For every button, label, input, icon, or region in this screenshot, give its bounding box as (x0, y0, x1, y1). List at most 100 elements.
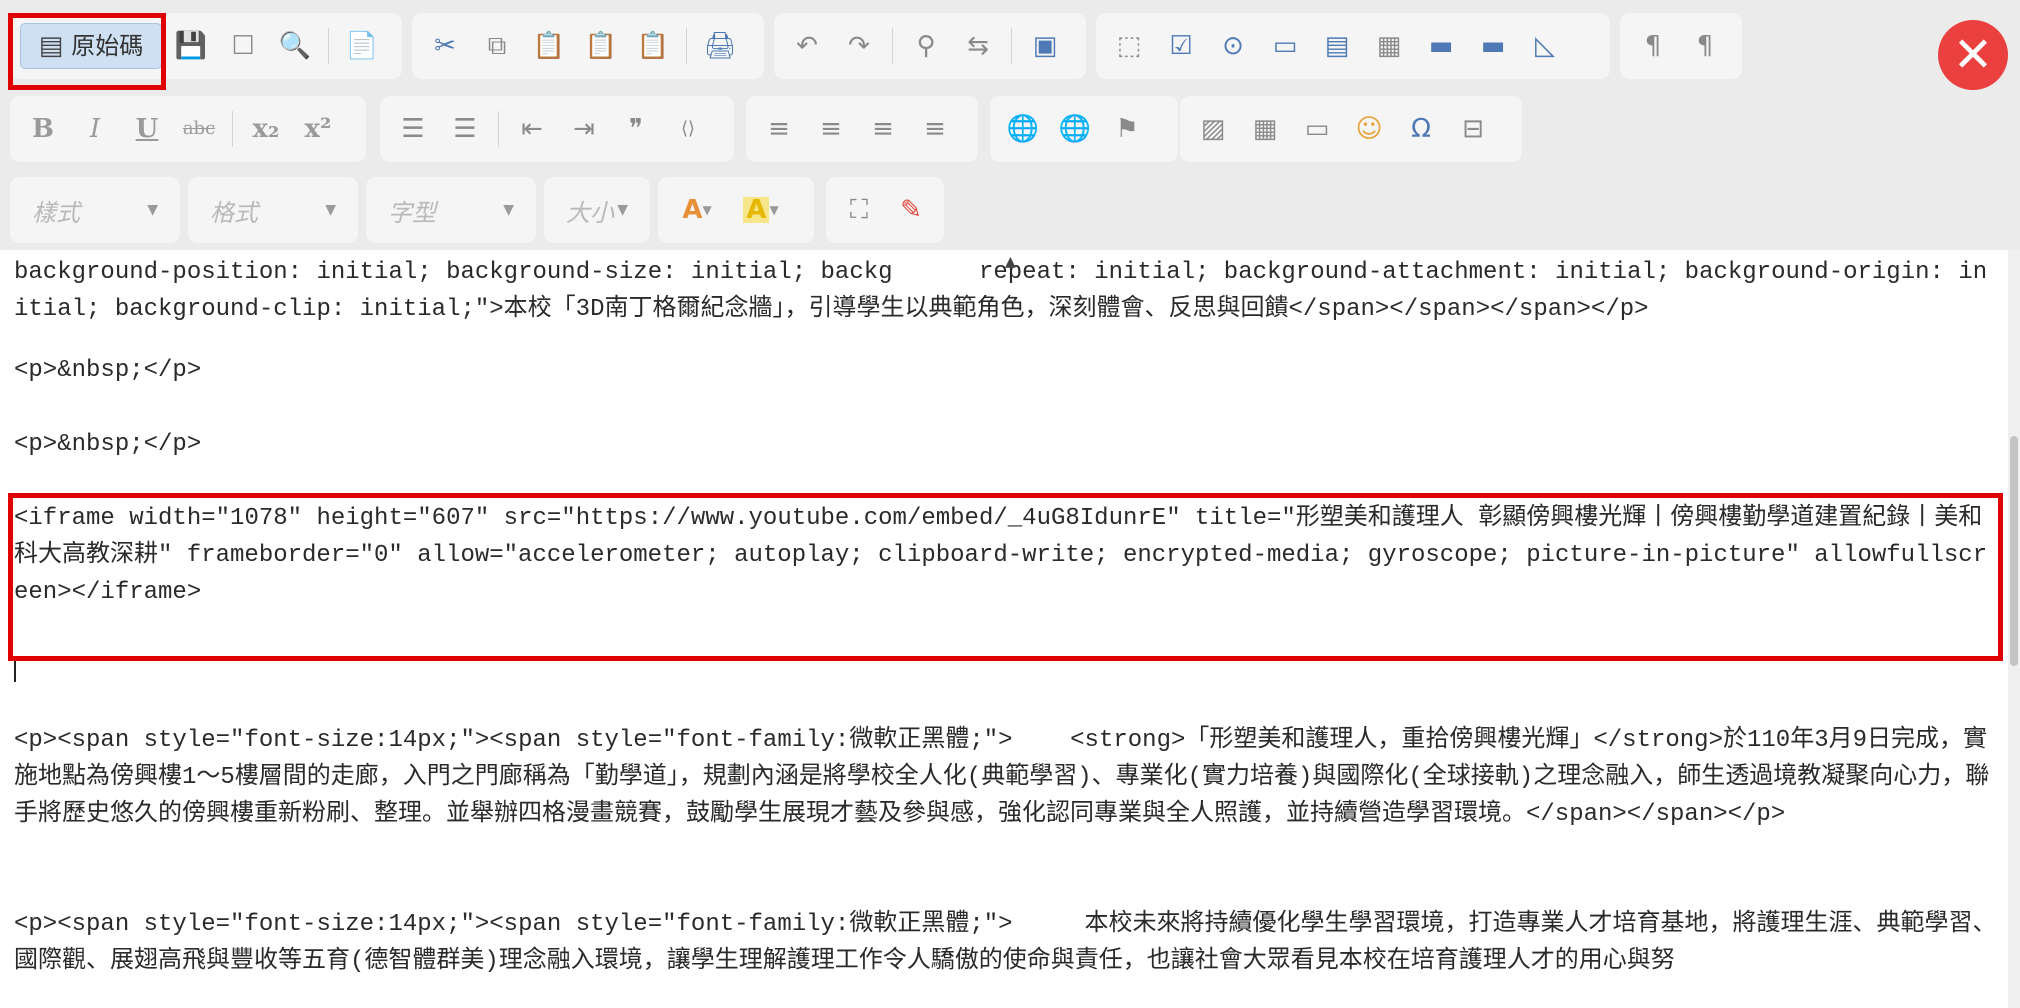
textarea-button[interactable]: ▤ (1314, 23, 1360, 69)
numbered-list-button[interactable]: ☰ (390, 106, 436, 152)
unlink-icon: 🌐 (1058, 114, 1092, 144)
bold-button[interactable]: B (20, 106, 66, 152)
blockquote-button[interactable]: ❞ (613, 106, 659, 152)
select-all-button[interactable]: ▣ (1022, 23, 1068, 69)
bulleted-list-button[interactable]: ☰ (442, 106, 488, 152)
links-group: 🌐 🌐 ⚑ (990, 96, 1178, 162)
source-code-textarea[interactable]: background-position: initial; background… (0, 250, 2020, 1008)
rtl-button[interactable]: ¶ (1682, 23, 1728, 69)
text-field-button[interactable]: ▭ (1262, 23, 1308, 69)
smiley-button[interactable]: ☺ (1346, 106, 1392, 152)
insert-group: ▨ ▦ ▭ ☺ Ω ⊟ (1180, 96, 1522, 162)
copy-button[interactable]: ⧉ (474, 23, 520, 69)
underline-button[interactable]: U (124, 106, 170, 152)
rtl-icon: ¶ (1696, 31, 1714, 61)
chevron-down-icon: ▼ (147, 202, 158, 218)
copy-icon: ⧉ (487, 31, 507, 61)
scroll-up-arrow-icon[interactable]: ▲ (1005, 254, 1016, 270)
redo-button[interactable]: ↷ (836, 23, 882, 69)
form-button[interactable]: ⬚ (1106, 23, 1152, 69)
div-button[interactable]: ⟨⟩ (665, 106, 711, 152)
toolbar-separator (232, 111, 233, 147)
format-dropdown[interactable]: 格式 ▼ (198, 187, 348, 233)
radio-button[interactable]: ⊙ (1210, 23, 1256, 69)
anchor-icon: ⚑ (1115, 114, 1139, 144)
close-button[interactable]: ✕ (1938, 20, 2008, 90)
image-button[interactable]: ▨ (1190, 106, 1236, 152)
align-right-button[interactable]: ≡ (860, 106, 906, 152)
align-center-button[interactable]: ≡ (808, 106, 854, 152)
paste-icon: 📋 (532, 31, 566, 61)
text-field-icon: ▭ (1272, 31, 1298, 61)
undo-button[interactable]: ↶ (784, 23, 830, 69)
superscript-button[interactable]: x² (295, 106, 341, 152)
find-button[interactable]: ⚲ (903, 23, 949, 69)
cut-button[interactable]: ✂ (422, 23, 468, 69)
text-cursor (14, 660, 16, 682)
align-center-icon: ≡ (820, 114, 842, 144)
align-left-button[interactable]: ≡ (756, 106, 802, 152)
background-color-button[interactable]: A ▼ (732, 187, 790, 233)
page-break-button[interactable]: ⊟ (1450, 106, 1496, 152)
size-dropdown[interactable]: 大小 ▼ (554, 187, 640, 233)
anchor-button[interactable]: ⚑ (1104, 106, 1150, 152)
chevron-down-icon: ▼ (702, 203, 712, 217)
image-icon: ▨ (1200, 114, 1226, 144)
outdent-button[interactable]: ⇤ (509, 106, 555, 152)
link-button[interactable]: 🌐 (1000, 106, 1046, 152)
div-icon: ⟨⟩ (680, 118, 696, 139)
align-justify-button[interactable]: ≡ (912, 106, 958, 152)
hidden-field-button[interactable]: ◺ (1522, 23, 1568, 69)
new-page-icon: ☐ (231, 31, 255, 61)
paste-text-button[interactable]: 📋 (578, 23, 624, 69)
indent-button[interactable]: ⇥ (561, 106, 607, 152)
replace-button[interactable]: ⇆ (955, 23, 1001, 69)
new-page-button[interactable]: ☐ (220, 23, 266, 69)
font-dropdown[interactable]: 字型 ▼ (376, 187, 526, 233)
table-icon: ▦ (1252, 114, 1278, 144)
table-button[interactable]: ▦ (1242, 106, 1288, 152)
source-button-label: 原始碼 (71, 32, 144, 60)
scrollbar-thumb[interactable] (2010, 436, 2018, 666)
page-break-icon: ⊟ (1462, 114, 1484, 144)
text-color-button[interactable]: A ▼ (668, 187, 726, 233)
subscript-button[interactable]: x₂ (243, 106, 289, 152)
size-placeholder: 大小 (566, 198, 614, 227)
toolbar-separator (498, 111, 499, 147)
size-combo: 大小 ▼ (544, 177, 650, 243)
checkbox-button[interactable]: ☑ (1158, 23, 1204, 69)
align-right-icon: ≡ (872, 114, 894, 144)
paste-word-button[interactable]: 📋 (630, 23, 676, 69)
align-justify-icon: ≡ (924, 114, 946, 144)
save-button[interactable]: 💾 (168, 23, 214, 69)
basic-styles-group: B I U abc x₂ x² (10, 96, 366, 162)
styles-dropdown[interactable]: 樣式 ▼ (20, 187, 170, 233)
outdent-icon: ⇤ (521, 114, 543, 144)
print-button[interactable]: 🖨 (697, 23, 743, 69)
italic-button[interactable]: I (72, 106, 118, 152)
select-field-button[interactable]: ▦ (1366, 23, 1412, 69)
code-paragraph: <p><span style="font-size:14px;"><span s… (14, 911, 1997, 975)
maximize-button[interactable]: ⛶ (836, 187, 882, 233)
link-icon: 🌐 (1006, 114, 1040, 144)
numbered-list-icon: ☰ (401, 114, 425, 144)
button-field-button[interactable]: ▬ (1418, 23, 1464, 69)
subscript-icon: x₂ (252, 114, 280, 144)
direction-group: ¶ ¶ (1620, 13, 1742, 79)
templates-button[interactable]: 📄 (339, 23, 385, 69)
paste-button[interactable]: 📋 (526, 23, 572, 69)
strikethrough-button[interactable]: abc (176, 106, 222, 152)
special-char-button[interactable]: Ω (1398, 106, 1444, 152)
image-button-button[interactable]: ▬ (1470, 23, 1516, 69)
tools-group: ⛶ ✎ (826, 177, 944, 243)
ltr-icon: ¶ (1644, 31, 1662, 61)
preview-button[interactable]: 🔍 (272, 23, 318, 69)
iframe-code-line: <iframe width="1078" height="607" src="h… (14, 505, 1988, 606)
format-painter-button[interactable]: ✎ (888, 187, 934, 233)
ltr-button[interactable]: ¶ (1630, 23, 1676, 69)
image-button-icon: ▬ (1480, 31, 1506, 61)
source-button[interactable]: ▤ 原始碼 (20, 23, 162, 69)
horizontal-rule-button[interactable]: ▭ (1294, 106, 1340, 152)
code-line: <p>&nbsp;</p> (14, 431, 202, 458)
unlink-button[interactable]: 🌐 (1052, 106, 1098, 152)
